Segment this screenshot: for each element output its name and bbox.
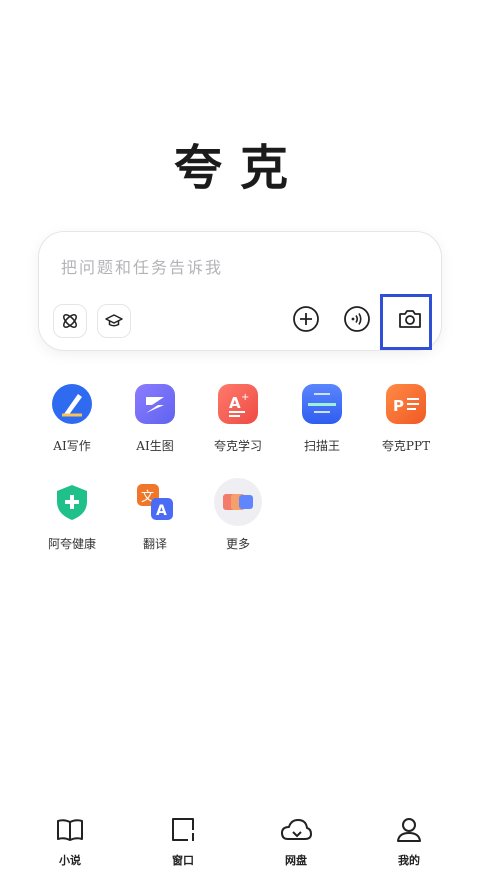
atom-chip-button[interactable] [53, 304, 87, 338]
nav-item-novel[interactable]: 小说 [30, 814, 110, 868]
ai-image-icon [135, 384, 175, 424]
app-label: AI写作 [53, 439, 91, 453]
atom-icon [63, 314, 77, 328]
app-logo-title: 夸克 [173, 140, 306, 196]
plus-icon [293, 306, 319, 332]
app-quark-study[interactable]: A + 夸克学习 [198, 380, 278, 454]
book-icon [57, 819, 83, 841]
app-label: 更多 [225, 537, 250, 551]
study-chip-button[interactable] [97, 304, 131, 338]
app-label: 夸克PPT [381, 439, 431, 453]
svg-text:+: + [241, 392, 249, 403]
app-health[interactable]: 阿夸健康 [32, 478, 112, 552]
translate-icon: 文A [135, 482, 175, 522]
ai-writing-icon [52, 384, 92, 424]
app-label: 扫描王 [303, 439, 340, 453]
nav-item-window[interactable]: 窗口 [143, 814, 223, 868]
nav-label: 窗口 [172, 854, 194, 867]
bottom-nav: 小说 窗口 网盘 我的 [0, 808, 480, 876]
voice-button[interactable] [343, 305, 371, 333]
app-label: 夸克学习 [213, 439, 262, 453]
cloud-icon [281, 819, 312, 840]
app-ai-writing[interactable]: AI写作 [32, 380, 112, 454]
search-input[interactable] [59, 252, 423, 282]
nav-label: 我的 [398, 854, 420, 867]
app-more[interactable]: 更多 [198, 478, 278, 552]
voice-icon [344, 306, 370, 332]
nav-label: 小说 [59, 854, 81, 867]
app-label: 阿夸健康 [47, 537, 96, 551]
add-button[interactable] [292, 305, 320, 333]
svg-text:A: A [229, 394, 241, 412]
app-quark-ppt[interactable]: P 夸克PPT [366, 380, 446, 454]
app-label: AI生图 [136, 439, 174, 453]
ppt-icon: P [386, 384, 426, 424]
quark-study-icon: A + [218, 384, 258, 424]
scanner-icon [302, 384, 342, 424]
user-icon [397, 818, 421, 842]
app-translate[interactable]: 文A 翻译 [115, 478, 195, 552]
nav-item-mine[interactable]: 我的 [369, 814, 449, 868]
nav-item-cloud-drive[interactable]: 网盘 [256, 814, 336, 868]
app-label: 翻译 [142, 537, 167, 551]
more-icon [214, 478, 262, 526]
window-icon [172, 818, 194, 841]
camera-highlight-box [380, 294, 432, 350]
svg-text:A: A [156, 503, 167, 519]
graduation-cap-icon [105, 314, 123, 327]
svg-text:P: P [393, 397, 404, 415]
health-shield-icon [52, 482, 92, 522]
app-scanner[interactable]: 扫描王 [282, 380, 362, 454]
app-ai-image[interactable]: AI生图 [115, 380, 195, 454]
nav-label: 网盘 [285, 854, 307, 867]
